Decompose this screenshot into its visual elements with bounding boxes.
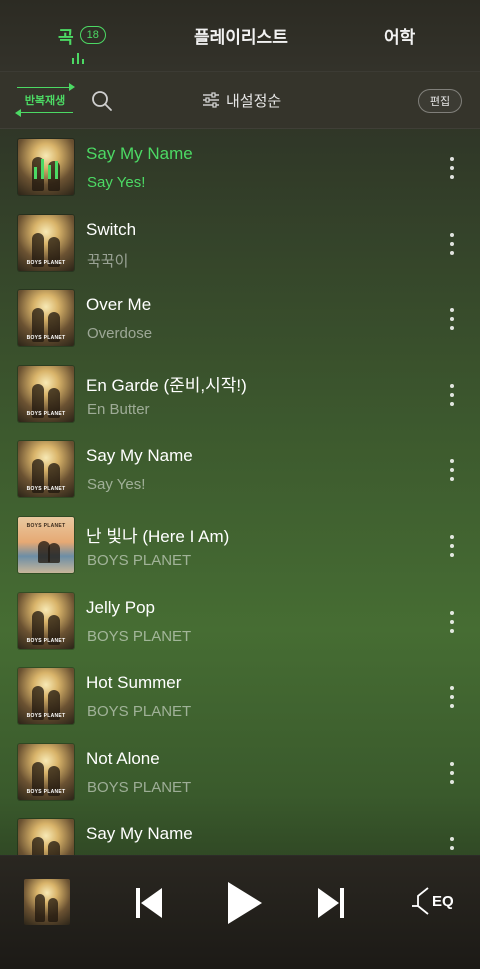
song-title: Not Alone	[86, 748, 160, 768]
equalizer-button[interactable]: EQ	[410, 885, 456, 917]
song-row[interactable]: BOYS PLANET Over Me Overdose	[0, 280, 480, 356]
more-options-icon[interactable]	[448, 157, 456, 179]
now-playing-icon	[34, 157, 60, 179]
album-art: BOYS PLANET	[18, 743, 74, 800]
song-title: Hot Summer	[86, 673, 182, 693]
sliders-icon	[203, 92, 219, 108]
mini-player: EQ	[0, 855, 480, 969]
tab-playlist-label: 플레이리스트	[194, 27, 288, 47]
album-logo: BOYS PLANET	[26, 486, 66, 493]
song-title: 난 빛나 (Here I Am)	[86, 526, 230, 546]
album-logo: BOYS PLANET	[26, 522, 66, 529]
edit-label: 편집	[429, 96, 451, 108]
album-art: BOYS PLANET	[18, 516, 74, 573]
album-logo: BOYS PLANET	[26, 713, 66, 720]
song-row[interactable]: BOYS PLANET 난 빛나 (Here I Am) BOYS PLANET	[0, 507, 480, 583]
song-row[interactable]: BOYS PLANET Jelly Pop BOYS PLANET	[0, 583, 480, 659]
song-row[interactable]: BOYS PLANET En Garde (준비,시작!) En Butter	[0, 356, 480, 432]
repeat-button[interactable]: 반복재생	[15, 83, 75, 117]
previous-track-icon[interactable]	[134, 886, 164, 920]
tab-playlist[interactable]: 플레이리스트	[194, 22, 288, 48]
album-logo: BOYS PLANET	[26, 788, 66, 795]
song-count-badge: 18	[79, 26, 106, 44]
tab-language-label: 어학	[384, 27, 416, 47]
song-title: Jelly Pop	[86, 597, 155, 617]
tab-language[interactable]: 어학	[384, 22, 415, 48]
song-row[interactable]: BOYS PLANET Hot Summer BOYS PLANET	[0, 658, 480, 734]
sort-label: 내설정순	[226, 92, 282, 110]
song-title: Switch	[86, 219, 137, 239]
song-title: Say My Name	[86, 144, 193, 163]
song-row[interactable]: BOYS PLANET Switch 꾹꾹이	[0, 205, 480, 281]
more-options-icon[interactable]	[448, 383, 456, 406]
repeat-label: 반복재생	[24, 95, 66, 107]
song-row[interactable]: Say My Name Say Yes!	[0, 129, 480, 205]
album-art: BOYS PLANET	[18, 441, 74, 498]
album-art: BOYS PLANET	[18, 365, 74, 422]
song-artist: 꾹꾹이	[87, 252, 129, 270]
album-logo: BOYS PLANET	[26, 410, 66, 417]
album-art	[18, 139, 74, 195]
song-artist: BOYS PLANET	[87, 551, 192, 569]
more-options-icon[interactable]	[448, 610, 456, 633]
song-title: En Garde (준비,시작!)	[86, 375, 247, 395]
play-icon[interactable]	[224, 880, 264, 926]
now-playing-album-art[interactable]	[24, 879, 70, 925]
song-row[interactable]: BOYS PLANET Not Alone BOYS PLANET	[0, 734, 480, 810]
album-art: BOYS PLANET	[18, 214, 74, 271]
album-art: BOYS PLANET	[18, 668, 74, 725]
song-artist: BOYS PLANET	[87, 778, 192, 796]
song-artist: BOYS PLANET	[87, 627, 192, 645]
playing-indicator-icon	[72, 52, 88, 64]
tab-songs[interactable]: 곡 18	[58, 22, 106, 48]
sort-button[interactable]: 내설정순	[202, 88, 281, 112]
song-artist: En Butter	[87, 400, 150, 418]
music-app: 곡 18 플레이리스트 어학 반복재생 내설정순 편집 Say My Name …	[0, 0, 480, 969]
more-options-icon[interactable]	[448, 232, 456, 255]
song-artist: BOYS PLANET	[87, 703, 192, 721]
song-title: Say My Name	[86, 824, 193, 844]
album-logo: BOYS PLANET	[26, 259, 66, 266]
album-art: BOYS PLANET	[18, 290, 74, 347]
next-track-icon[interactable]	[316, 886, 346, 920]
song-row[interactable]: BOYS PLANET Say My Name Say Yes!	[0, 431, 480, 507]
more-options-icon[interactable]	[448, 534, 456, 557]
album-logo: BOYS PLANET	[26, 637, 66, 644]
song-title: Say My Name	[86, 446, 193, 466]
song-title: Over Me	[86, 295, 152, 315]
more-options-icon[interactable]	[448, 686, 456, 709]
album-art: BOYS PLANET	[18, 592, 74, 649]
song-artist: Say Yes!	[87, 476, 146, 494]
song-artist: Say Yes!	[87, 174, 146, 191]
eq-label: EQ	[432, 892, 454, 910]
more-options-icon[interactable]	[448, 761, 456, 784]
tab-bar: 곡 18 플레이리스트 어학	[0, 0, 480, 72]
album-logo: BOYS PLANET	[26, 335, 66, 342]
more-options-icon[interactable]	[448, 308, 456, 331]
search-icon[interactable]	[91, 90, 113, 112]
edit-button[interactable]: 편집	[418, 89, 462, 113]
speaker-icon	[412, 887, 429, 915]
more-options-icon[interactable]	[448, 459, 456, 482]
tab-songs-label: 곡	[58, 27, 74, 47]
song-artist: Overdose	[87, 325, 153, 343]
song-list: Say My Name Say Yes! BOYS PLANET Switch …	[0, 129, 480, 885]
